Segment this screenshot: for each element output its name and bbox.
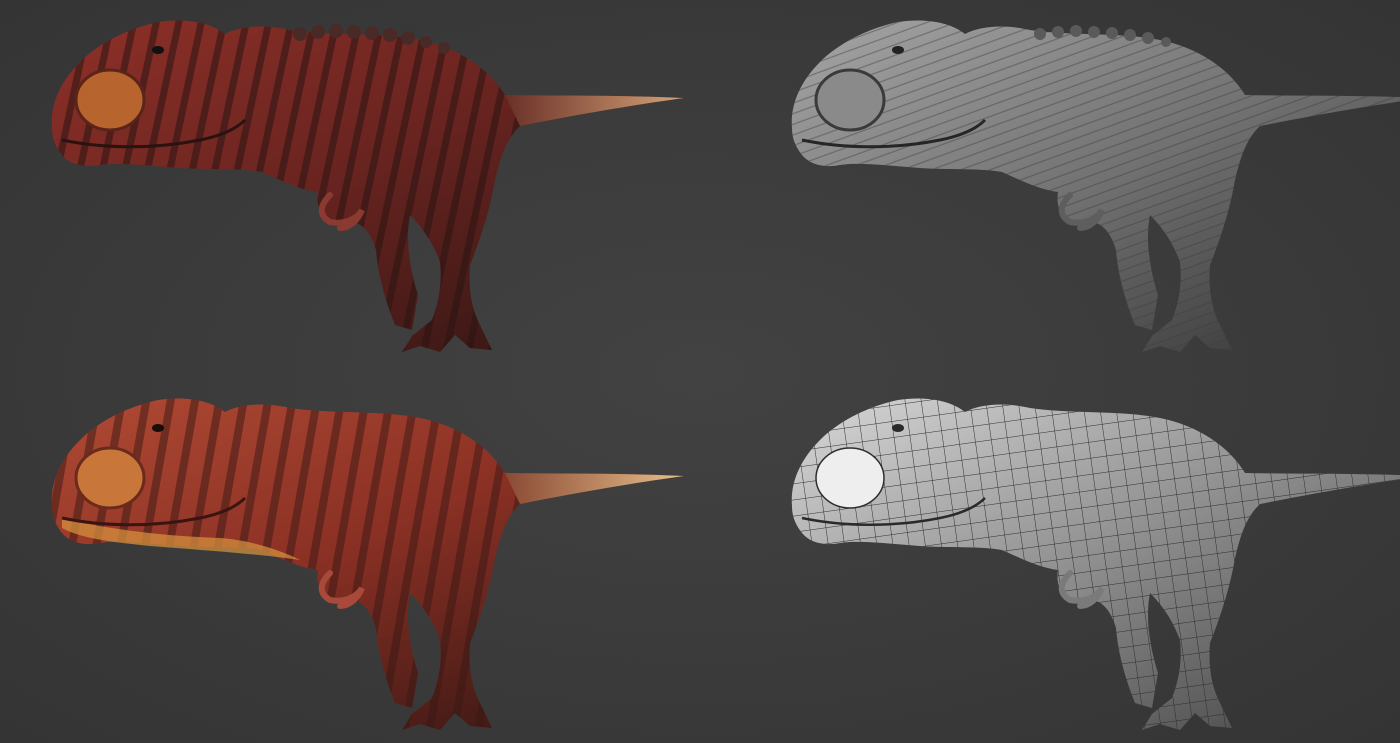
trex-tail: [505, 473, 684, 504]
trex-textured-painted-figure: [51, 398, 684, 730]
trex-clay-sculpt-panel: [700, 0, 1400, 371]
trex-cheek-patch: [815, 447, 885, 509]
trex-eye: [152, 424, 164, 432]
trex-wireframe-panel: [700, 372, 1400, 743]
trex-clay-sculpt-figure: [791, 20, 1400, 352]
trex-eye: [892, 46, 904, 54]
trex-cheek-patch: [814, 68, 886, 132]
trex-wireframe-figure: [791, 398, 1400, 730]
trex-stripes-overlay: [51, 20, 684, 352]
trex-eye: [892, 424, 904, 432]
trex-stripes-overlay: [51, 398, 684, 730]
trex-cheek-patch: [74, 68, 146, 132]
trex-eye: [152, 46, 164, 54]
trex-tail: [505, 95, 684, 126]
trex-textured-detailed-figure: [51, 20, 684, 352]
trex-cheek-patch: [74, 446, 146, 510]
trex-textured-painted-panel: [0, 372, 700, 743]
trex-sculpt-detail: [791, 20, 1400, 352]
trex-textured-detailed-panel: [0, 0, 700, 371]
trex-wireframe-grid: [791, 398, 1400, 730]
image-canvas: [0, 0, 1400, 743]
